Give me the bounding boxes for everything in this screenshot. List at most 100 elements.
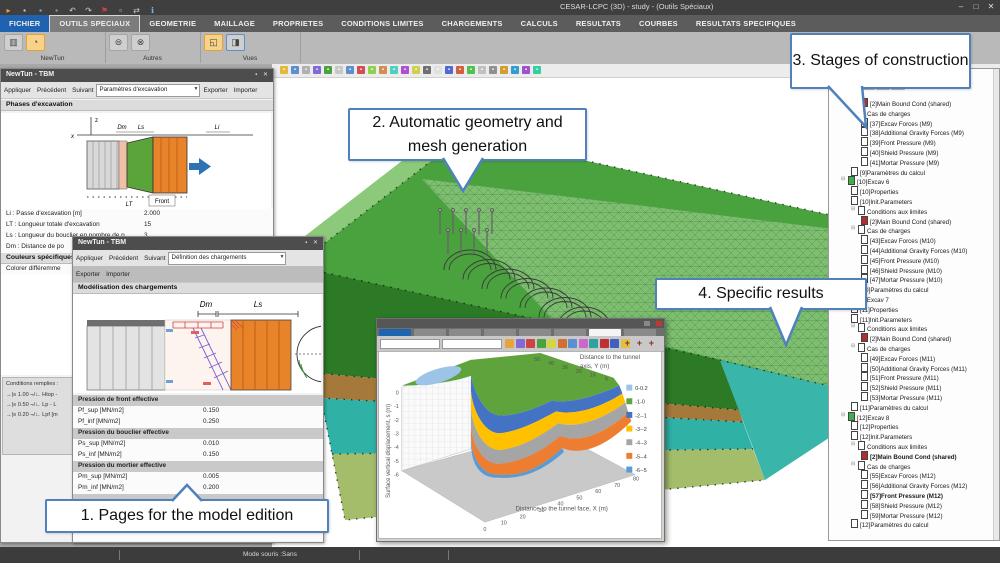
tree-item[interactable]: [12]Properties <box>851 421 899 430</box>
tree-expander-icon[interactable]: ⊟ <box>851 206 858 212</box>
pressure-value[interactable]: 0.200 <box>203 484 219 491</box>
results-tab[interactable] <box>484 329 516 336</box>
tree-item[interactable]: [58]Shield Pressure (M12) <box>861 500 942 509</box>
results-tab[interactable] <box>414 329 446 336</box>
tree-item[interactable]: [56]Additional Gravity Forces (M12) <box>861 480 967 489</box>
tree-expander-icon[interactable]: ⊟ <box>851 343 858 349</box>
apply-button[interactable]: Appliquer <box>4 87 31 94</box>
export-button[interactable]: Exporter <box>76 271 100 278</box>
tree-item[interactable]: ⊟Cas de charges <box>851 461 910 470</box>
results-tab[interactable] <box>624 329 656 336</box>
tree-item[interactable]: ⊟Cas de charges <box>851 108 910 117</box>
tree-expander-icon[interactable]: ⊟ <box>841 412 848 418</box>
pressure-value[interactable]: 0.150 <box>203 451 219 458</box>
tree-item[interactable]: [46]Shield Pressure (M10) <box>861 265 942 274</box>
ribbon-button[interactable]: ◔ <box>26 34 45 51</box>
ribbon-button[interactable]: ⊜ <box>109 34 128 51</box>
results-toolbar-icon[interactable] <box>600 339 609 348</box>
next-button[interactable]: Suivant <box>72 87 93 94</box>
tree-item[interactable]: [12]Init.Parameters <box>851 431 912 440</box>
results-tab[interactable] <box>449 329 481 336</box>
results-toolbar-icon[interactable] <box>505 339 514 348</box>
tab-geometrie[interactable]: GEOMETRIE <box>140 15 205 32</box>
tree-expander-icon[interactable]: ⊟ <box>851 441 858 447</box>
results-close-icon[interactable] <box>656 321 662 326</box>
results-toolbar-icon[interactable] <box>558 339 567 348</box>
tree-item[interactable]: [2]Main Bound Cond (shared) <box>861 216 951 225</box>
tree-item[interactable]: [2]Main Bound Cond (shared) <box>861 98 951 107</box>
result-select[interactable] <box>380 339 440 349</box>
tree-item[interactable]: [10]Init.Parameters <box>851 196 912 205</box>
tree-item[interactable]: [52]Shield Pressure (M11) <box>861 382 941 391</box>
tab-resultats[interactable]: RESULTATS <box>567 15 630 32</box>
results-tab[interactable] <box>589 329 621 336</box>
ribbon-button[interactable]: ◨ <box>226 34 245 51</box>
tree-item[interactable]: [9]Paramètres du calcul <box>851 167 925 176</box>
maximize-button[interactable]: □ <box>969 2 983 13</box>
tree-item[interactable]: [11]Paramètres du calcul <box>851 402 928 411</box>
results-minimize-icon[interactable] <box>644 321 650 326</box>
tree-item[interactable]: [53]Mortar Pressure (M11) <box>861 392 942 401</box>
tab-outils-speciaux[interactable]: OUTILS SPECIAUX <box>49 15 140 32</box>
tree-item[interactable]: ⊟Cas de charges <box>851 343 910 352</box>
tree-item[interactable]: [37]Excav Forces (M9) <box>861 118 932 127</box>
tree-item[interactable]: [2]Main Bound Cond (shared) <box>861 451 957 460</box>
results-toolbar-icon[interactable] <box>610 339 619 348</box>
import-button[interactable]: Importer <box>234 87 258 94</box>
tree-item[interactable]: ⊟Conditions aux limites <box>851 441 927 450</box>
ribbon-button[interactable]: ⊗ <box>131 34 150 51</box>
tree-item[interactable]: ⊟Conditions aux limites <box>851 206 927 215</box>
tree-item[interactable]: ⊟Conditions aux limites <box>851 323 927 332</box>
tree-expander-icon[interactable]: ⊟ <box>851 108 858 114</box>
tree-item[interactable]: [43]Excav Forces (M10) <box>861 235 936 244</box>
tree-expander-icon[interactable]: ⊟ <box>851 323 858 329</box>
tree-item[interactable]: [38]Additional Gravity Forces (M9) <box>861 127 964 136</box>
tab-maillage[interactable]: MAILLAGE <box>205 15 264 32</box>
ribbon-button[interactable]: ▥ <box>4 34 23 51</box>
crosshair-icon[interactable]: + <box>649 338 654 348</box>
pressure-value[interactable]: 0.250 <box>203 418 219 425</box>
component-select[interactable] <box>442 339 502 349</box>
crosshair-icon[interactable]: + <box>625 338 630 348</box>
close-button[interactable]: ✕ <box>984 2 998 13</box>
results-toolbar-icon[interactable] <box>537 339 546 348</box>
previous-button[interactable]: Précédent <box>109 255 138 262</box>
tree-item[interactable]: [47]Mortar Pressure (M10) <box>861 274 943 283</box>
tree-item[interactable]: [45]Front Pressure (M10) <box>861 255 939 264</box>
results-toolbar-icon[interactable] <box>589 339 598 348</box>
results-toolbar-icon[interactable] <box>526 339 535 348</box>
ribbon-button[interactable]: ◱ <box>204 34 223 51</box>
parameter-value[interactable]: 2.000 <box>144 210 160 217</box>
tree-item[interactable]: ⊟[12]Excav 8 <box>841 412 889 421</box>
tree-item[interactable]: [2]Main Bound Cond (shared) <box>861 333 951 342</box>
tree-item[interactable]: [41]Mortar Pressure (M9) <box>861 157 939 166</box>
crosshair-icon[interactable]: + <box>637 338 642 348</box>
results-tab[interactable] <box>379 329 411 336</box>
pressure-value[interactable]: 0.010 <box>203 440 219 447</box>
panel-close-icon[interactable]: ▪ ✕ <box>255 71 270 78</box>
tree-item[interactable]: [50]Additional Gravity Forces (M11) <box>861 363 967 372</box>
tree-item[interactable]: [49]Excav Forces (M11) <box>861 353 935 362</box>
tree-expander-icon[interactable]: ⊟ <box>851 461 858 467</box>
page-select[interactable]: Définition des chargements▼ <box>168 252 286 265</box>
pressure-value[interactable]: 0.005 <box>203 473 219 480</box>
next-button[interactable]: Suivant <box>144 255 165 262</box>
tree-item[interactable]: [40]Shield Pressure (M9) <box>861 147 938 156</box>
results-toolbar-icon[interactable] <box>516 339 525 348</box>
pressure-value[interactable]: 0.150 <box>203 407 219 414</box>
results-tab[interactable] <box>554 329 586 336</box>
page-select[interactable]: Paramètres d'excavation▼ <box>96 84 200 97</box>
tab-proprietes[interactable]: PROPRIETES <box>264 15 332 32</box>
tree-item[interactable]: [51]Front Pressure (M11) <box>861 372 939 381</box>
tree-item[interactable]: ⊟[10]Excav 6 <box>841 176 889 185</box>
tree-expander-icon[interactable]: ⊟ <box>851 225 858 231</box>
import-button[interactable]: Importer <box>106 271 130 278</box>
tab-calculs[interactable]: CALCULS <box>512 15 567 32</box>
tree-item[interactable]: [59]Mortar Pressure (M12) <box>861 510 943 519</box>
results-toolbar-icon[interactable] <box>568 339 577 348</box>
minimize-button[interactable]: – <box>954 2 968 13</box>
tab-chargements[interactable]: CHARGEMENTS <box>433 15 512 32</box>
tree-item[interactable]: ⊟Cas de charges <box>851 225 910 234</box>
tab-fichier[interactable]: FICHIER <box>0 15 49 32</box>
apply-button[interactable]: Appliquer <box>76 255 103 262</box>
